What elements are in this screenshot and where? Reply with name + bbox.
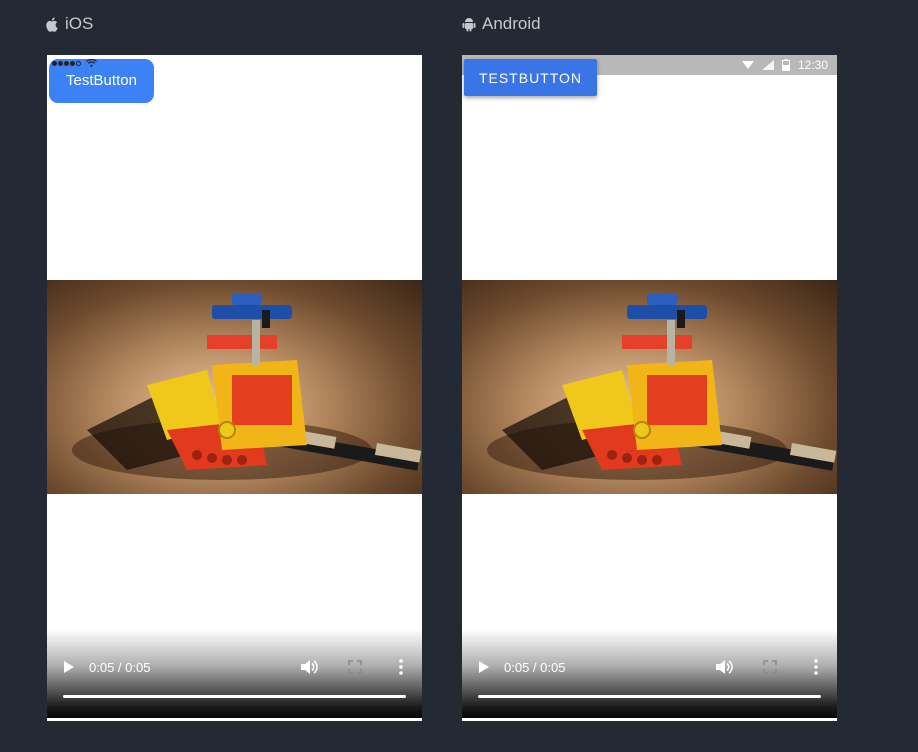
play-icon[interactable] bbox=[478, 660, 490, 674]
bottom-edge bbox=[462, 718, 837, 721]
volume-icon[interactable] bbox=[300, 659, 318, 675]
battery-icon bbox=[781, 59, 790, 71]
video-progress-bar[interactable] bbox=[63, 695, 406, 698]
wifi-icon bbox=[86, 59, 97, 67]
apple-icon bbox=[46, 16, 58, 32]
video-frame[interactable] bbox=[462, 280, 837, 494]
wifi-icon bbox=[741, 61, 754, 69]
lego-helicopter-image bbox=[72, 293, 422, 480]
video-controls: 0:05 / 0:05 bbox=[462, 629, 837, 721]
more-icon[interactable] bbox=[813, 659, 819, 675]
ios-label-text: iOS bbox=[65, 14, 94, 33]
video-time: 0:05 / 0:05 bbox=[504, 659, 566, 675]
play-icon[interactable] bbox=[63, 660, 75, 674]
ios-platform-label: iOS bbox=[46, 14, 93, 34]
android-platform-label: Android bbox=[462, 14, 541, 34]
android-device-screen: 12:30 TestButton 0:05 / bbox=[462, 55, 837, 721]
android-label-text: Android bbox=[482, 14, 541, 33]
fullscreen-icon[interactable] bbox=[348, 660, 362, 674]
ios-status-bar bbox=[52, 59, 97, 67]
video-controls: 0:05 / 0:05 bbox=[47, 629, 422, 721]
bottom-edge bbox=[47, 718, 422, 721]
status-time: 12:30 bbox=[797, 58, 828, 72]
signal-icon bbox=[761, 60, 774, 70]
video-frame[interactable] bbox=[47, 280, 422, 494]
test-button[interactable]: TestButton bbox=[464, 59, 597, 96]
video-progress-bar[interactable] bbox=[478, 695, 821, 698]
video-time: 0:05 / 0:05 bbox=[89, 659, 151, 675]
fullscreen-icon[interactable] bbox=[763, 660, 777, 674]
android-icon bbox=[462, 17, 476, 31]
volume-icon[interactable] bbox=[715, 659, 733, 675]
lego-helicopter-image bbox=[487, 293, 837, 480]
ios-device-screen: TestButton 0:05 / 0:05 bbox=[47, 55, 422, 721]
more-icon[interactable] bbox=[398, 659, 404, 675]
signal-dots bbox=[52, 60, 81, 66]
